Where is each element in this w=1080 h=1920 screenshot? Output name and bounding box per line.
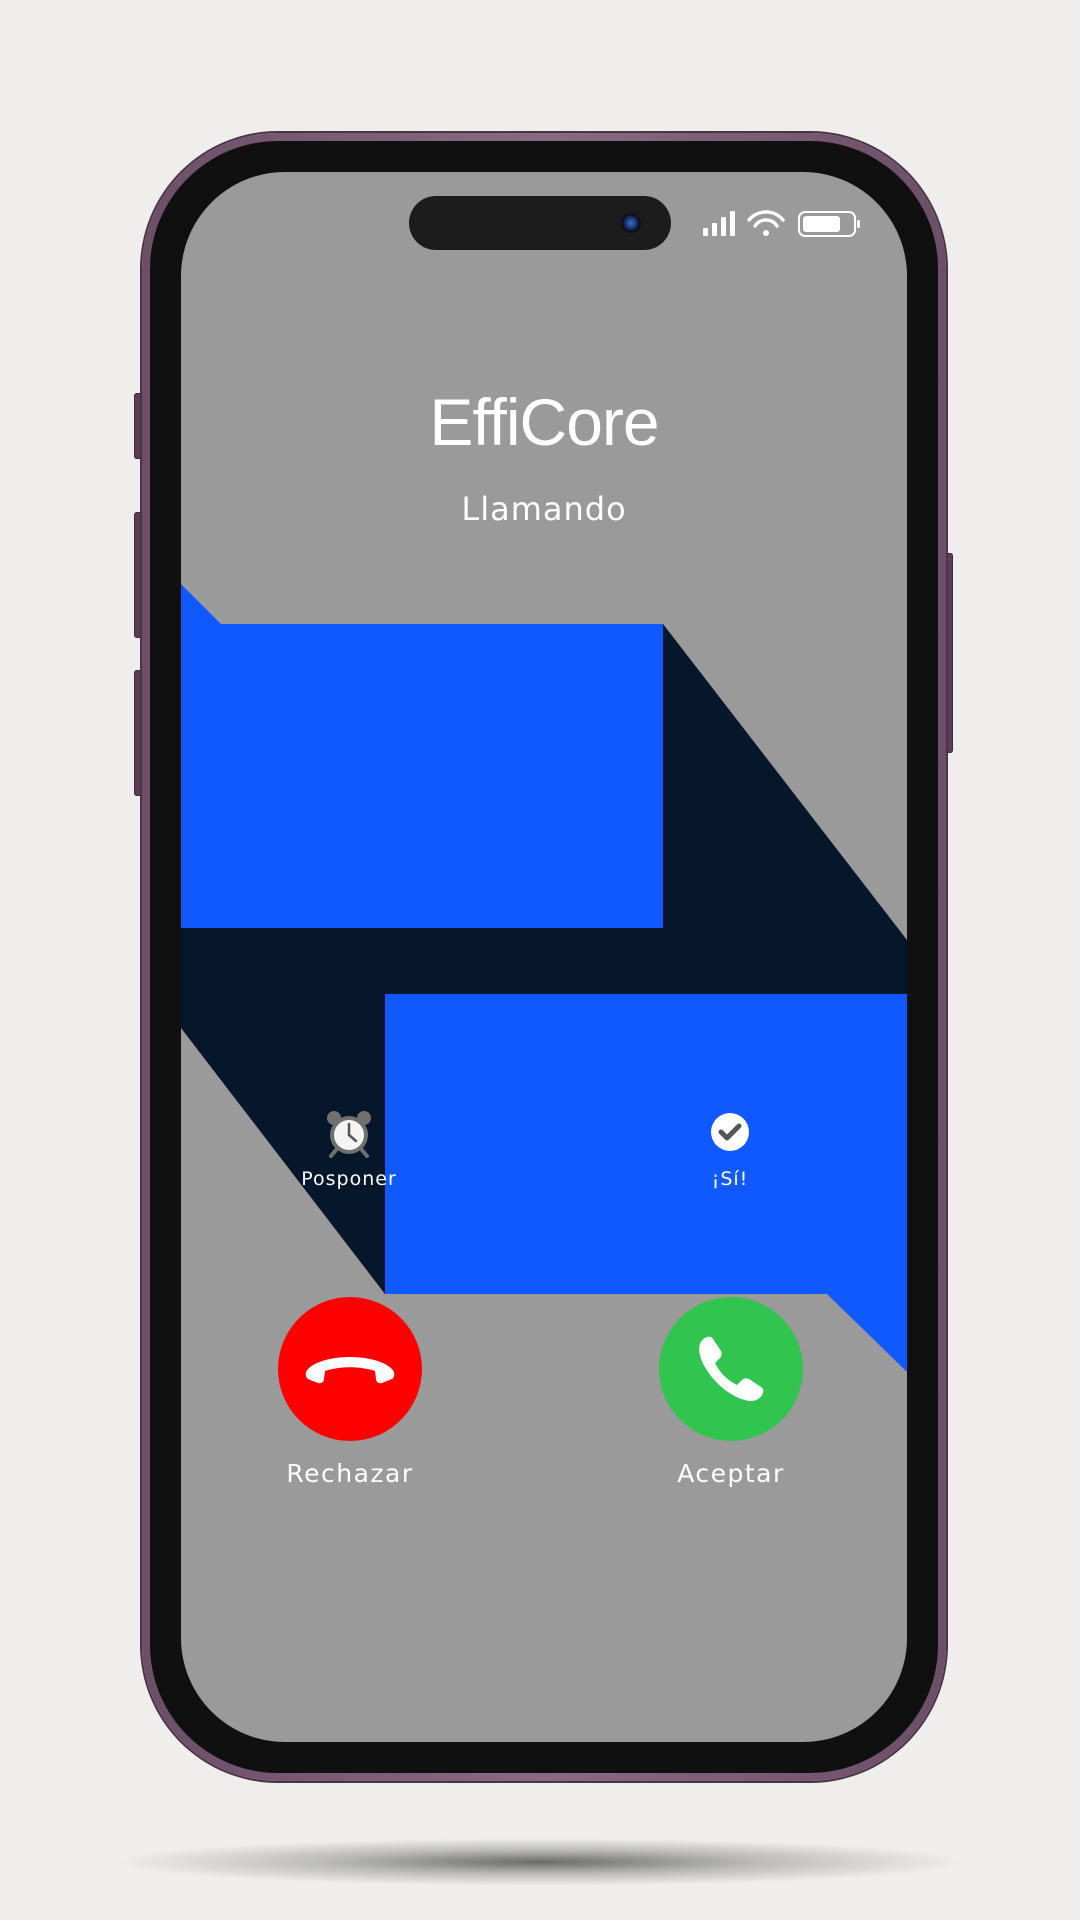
message-button[interactable]: ¡Sí! — [640, 1110, 820, 1190]
caller-name: EffiCore — [429, 385, 659, 459]
checkmark-icon — [711, 1113, 749, 1151]
phone-floor-shadow — [110, 1838, 970, 1886]
decline-button[interactable] — [278, 1297, 422, 1441]
decline-label: Rechazar — [286, 1459, 414, 1488]
volume-up-button[interactable] — [134, 512, 142, 638]
accept-button[interactable] — [659, 1297, 803, 1441]
remind-me-label: Posponer — [301, 1168, 397, 1190]
alarm-clock-icon — [327, 1111, 371, 1158]
brand-graphic-block-upper — [181, 584, 663, 928]
wifi-icon — [747, 210, 785, 236]
action-button[interactable] — [134, 393, 142, 459]
accept-action: Aceptar — [621, 1297, 841, 1488]
dynamic-island — [409, 196, 671, 250]
hang-up-icon — [305, 1357, 395, 1384]
volume-down-button[interactable] — [134, 670, 142, 796]
cellular-signal-icon — [703, 211, 735, 236]
call-status: Llamando — [461, 490, 627, 528]
incoming-call-screen: EffiCore Llamando Posponer ¡Sí! Rechazar… — [181, 172, 907, 1742]
battery-icon — [798, 211, 860, 237]
front-camera-icon — [621, 213, 641, 233]
phone-icon — [699, 1336, 764, 1401]
remind-me-button[interactable]: Posponer — [259, 1108, 439, 1190]
decline-action: Rechazar — [240, 1297, 460, 1488]
accept-label: Aceptar — [677, 1459, 785, 1488]
status-bar — [703, 210, 860, 237]
message-label: ¡Sí! — [711, 1168, 749, 1190]
